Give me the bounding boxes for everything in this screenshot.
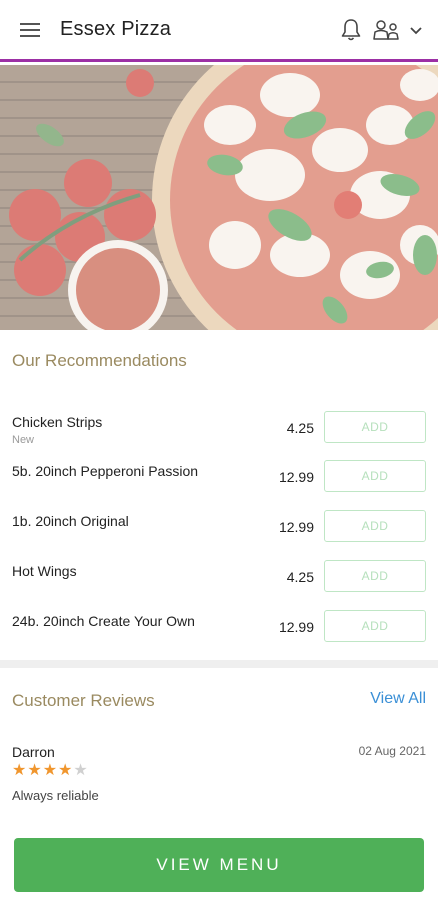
star-filled-icon: ★ <box>42 762 58 779</box>
menu-button[interactable] <box>0 0 60 61</box>
menu-icon <box>20 22 40 37</box>
item-price: 12.99 <box>278 619 314 635</box>
hero-banner-image <box>0 65 438 330</box>
list-item: Chicken Strips New 4.25 ADD <box>0 406 438 456</box>
recommendations-heading: Our Recommendations <box>12 351 187 370</box>
list-item: 5b. 20inch Pepperoni Passion 12.99 ADD <box>0 455 438 505</box>
chevron-down-icon <box>410 26 422 34</box>
reviews-heading: Customer Reviews <box>12 691 155 710</box>
recommendations-section: Our Recommendations Chicken Strips New 4… <box>0 330 438 660</box>
view-all-reviews-link[interactable]: View All <box>370 690 426 708</box>
item-name: Hot Wings <box>12 563 77 579</box>
add-button[interactable]: ADD <box>324 460 426 492</box>
item-tag: New <box>12 434 35 446</box>
star-filled-icon: ★ <box>12 762 27 779</box>
add-button[interactable]: ADD <box>324 411 426 443</box>
reviewer-name: Darron <box>12 744 55 760</box>
review-date: 02 Aug 2021 <box>358 744 426 758</box>
item-name: 24b. 20inch Create Your Own <box>12 613 195 629</box>
star-empty-icon: ★ <box>73 762 88 779</box>
list-item: 24b. 20inch Create Your Own 12.99 ADD <box>0 605 438 655</box>
item-price: 4.25 <box>286 420 314 436</box>
user-account-icon <box>373 19 399 40</box>
app-screen: Essex Pizza Our Recommendations Chicken … <box>0 0 438 900</box>
top-app-bar: Essex Pizza <box>0 0 438 62</box>
item-name: Chicken Strips <box>12 414 103 430</box>
pizza-illustration <box>0 65 438 330</box>
account-menu-button[interactable] <box>372 19 424 41</box>
add-button[interactable]: ADD <box>324 510 426 542</box>
review-text: Always reliable <box>12 788 99 803</box>
item-price: 4.25 <box>286 569 314 585</box>
restaurant-title: Essex Pizza <box>60 18 172 40</box>
bell-icon <box>341 18 361 40</box>
star-rating: ★ ★ ★ ★ ★ <box>12 763 88 779</box>
item-name: 1b. 20inch Original <box>12 513 129 529</box>
item-name: 5b. 20inch Pepperoni Passion <box>12 463 199 479</box>
view-menu-button[interactable]: VIEW MENU <box>14 838 424 892</box>
section-divider <box>0 660 438 668</box>
item-price: 12.99 <box>278 519 314 535</box>
star-filled-icon: ★ <box>27 762 42 779</box>
star-filled-icon: ★ <box>58 762 73 779</box>
list-item: Hot Wings 4.25 ADD <box>0 555 438 605</box>
item-price: 12.99 <box>278 469 314 485</box>
add-button[interactable]: ADD <box>324 610 426 642</box>
add-button[interactable]: ADD <box>324 560 426 592</box>
notifications-button[interactable] <box>340 18 362 42</box>
list-item: 1b. 20inch Original 12.99 ADD <box>0 505 438 555</box>
